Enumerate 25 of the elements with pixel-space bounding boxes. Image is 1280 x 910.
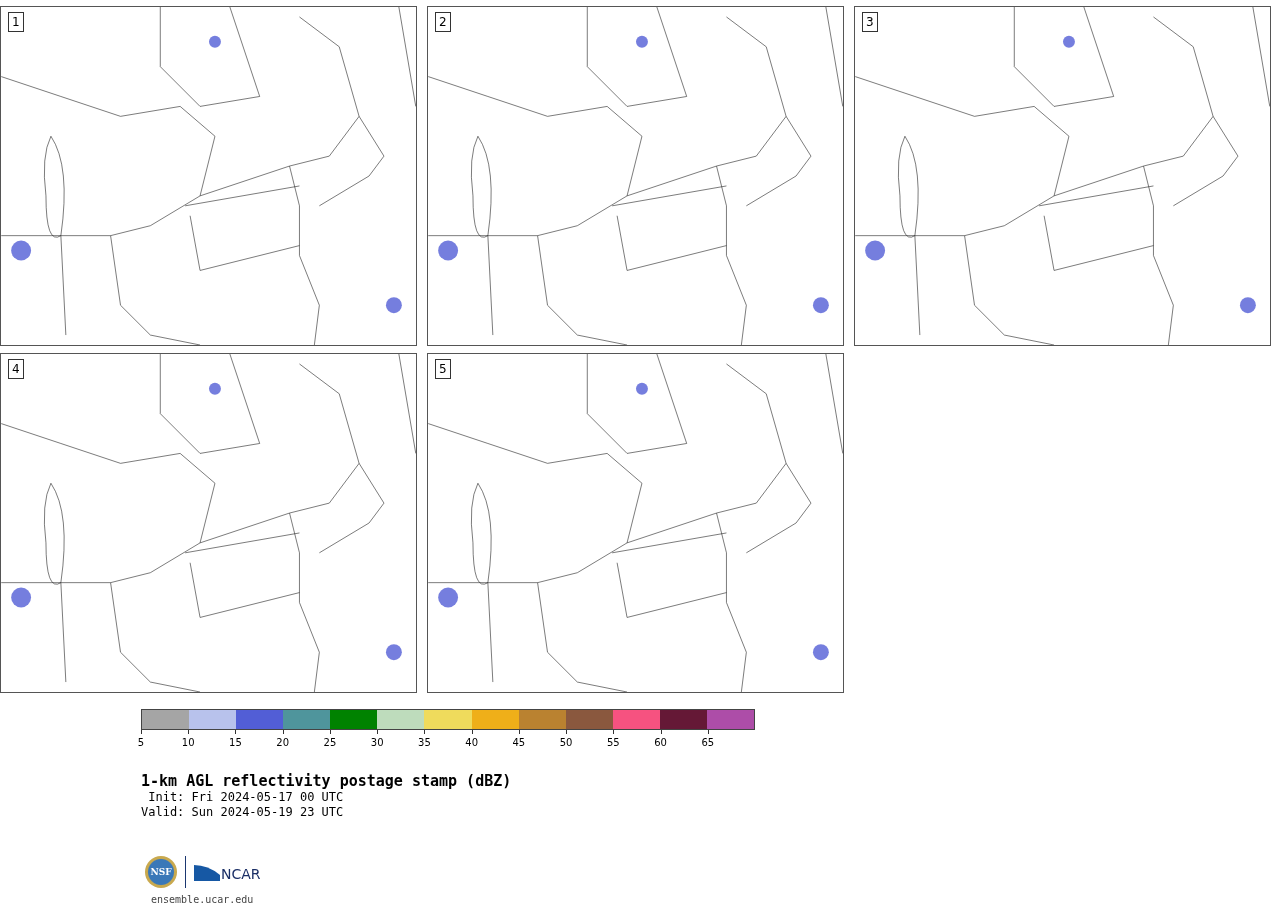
tick-label: 30 [370, 737, 384, 749]
chart-title: 1-km AGL reflectivity postage stamp (dBZ) [141, 772, 513, 790]
panel-number: 5 [435, 359, 451, 379]
valid-time: Valid: Sun 2024-05-19 23 UTC [141, 805, 345, 820]
tick-label: 55 [607, 737, 620, 749]
tick-label: 45 [512, 737, 526, 749]
ncar-logo: NCAR [221, 867, 261, 881]
tick-label: 15 [229, 737, 242, 749]
panel-number: 2 [435, 12, 451, 32]
tick-label: 65 [701, 737, 715, 749]
init-time: Init: Fri 2024-05-17 00 UTC [147, 790, 345, 805]
tick-label: 50 [559, 737, 573, 749]
tick-label: 60 [654, 737, 667, 749]
nsf-logo: NSF [145, 856, 177, 888]
tick-label: 40 [465, 737, 478, 749]
panel-number: 3 [862, 12, 878, 32]
tick-label: 5 [137, 737, 145, 749]
tick-label: 20 [276, 737, 290, 749]
panel-number: 4 [8, 359, 24, 379]
tick-label: 25 [323, 737, 337, 749]
panel-number: 1 [8, 12, 24, 32]
tick-label: 35 [418, 737, 431, 749]
swoosh-icon [194, 863, 220, 881]
tick-label: 10 [181, 737, 195, 749]
website-url: ensemble.ucar.edu [151, 894, 255, 905]
